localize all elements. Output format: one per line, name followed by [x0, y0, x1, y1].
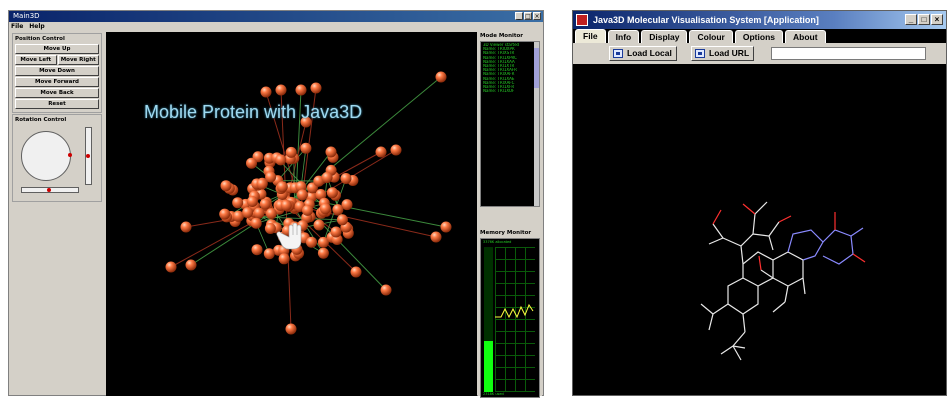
main3d-window: Main3D _ □ × File Help Position Control … — [8, 10, 544, 396]
memory-monitor-title: Memory Monitor — [478, 229, 542, 238]
main3d-title: Main3D — [13, 12, 40, 20]
main3d-menu-bar: File Help — [9, 22, 543, 31]
main3d-title-bar: Main3D _ □ × — [9, 11, 543, 22]
load-local-button[interactable]: Load Local — [609, 46, 677, 61]
close-button[interactable]: × — [533, 12, 541, 20]
horizontal-rotation-slider[interactable] — [21, 187, 79, 193]
move-forward-button[interactable]: Move Forward — [15, 77, 99, 87]
tab-colour[interactable]: Colour — [689, 30, 732, 43]
horizontal-slider-knob[interactable] — [47, 188, 51, 192]
close-button[interactable]: × — [931, 14, 943, 25]
control-panel: Position Control Move Up Move Left Move … — [11, 32, 103, 394]
position-control-group: Position Control Move Up Move Left Move … — [12, 33, 102, 113]
tab-options[interactable]: Options — [735, 30, 783, 43]
rotation-control-group: Rotation Control — [12, 114, 102, 202]
move-right-button[interactable]: Move Right — [58, 55, 100, 65]
move-up-button[interactable]: Move Up — [15, 44, 99, 54]
memory-history-line — [495, 247, 535, 392]
molecule-wireframe — [573, 64, 946, 395]
url-input[interactable] — [771, 47, 926, 60]
globe-icon — [695, 49, 705, 58]
menu-file[interactable]: File — [11, 22, 23, 31]
rotation-dial[interactable] — [21, 131, 71, 181]
mode-monitor-log: 3D Viewer startedName: TRIOXPRName: TRIX… — [480, 41, 540, 207]
move-back-button[interactable]: Move Back — [15, 88, 99, 98]
move-left-button[interactable]: Move Left — [15, 55, 57, 65]
rotation-control-title: Rotation Control — [15, 117, 99, 123]
memory-allocated-label: 3376K allocated — [483, 240, 511, 244]
tab-about[interactable]: About — [785, 30, 826, 43]
main-tabs: File Info Display Colour Options About — [573, 29, 946, 43]
menu-help[interactable]: Help — [29, 22, 44, 31]
protein-3d-canvas[interactable]: Mobile Protein with Java3D — [106, 32, 477, 396]
reset-button[interactable]: Reset — [15, 99, 99, 109]
mode-monitor-scrollbar[interactable] — [534, 42, 539, 206]
molecule-3d-canvas[interactable] — [573, 64, 946, 395]
maximize-button[interactable]: □ — [918, 14, 930, 25]
maximize-button[interactable]: □ — [524, 12, 532, 20]
mode-monitor-title: Mode Monitor — [478, 32, 542, 41]
molecular-vis-window: Java3D Molecular Visualisation System [A… — [572, 10, 947, 396]
protein-graph — [106, 32, 477, 396]
vertical-rotation-slider[interactable] — [85, 127, 92, 185]
memory-history-graph — [495, 247, 535, 392]
file-toolbar: Load Local Load URL — [573, 43, 946, 64]
scene-title: Mobile Protein with Java3D — [144, 102, 362, 123]
load-local-label: Load Local — [627, 48, 672, 58]
java-app-icon — [576, 14, 588, 26]
rotation-dial-handle[interactable] — [68, 153, 72, 157]
tab-info[interactable]: Info — [608, 30, 640, 43]
minimize-button[interactable]: _ — [905, 14, 917, 25]
vertical-slider-knob[interactable] — [86, 154, 90, 158]
molecular-vis-title-bar: Java3D Molecular Visualisation System [A… — [573, 11, 946, 29]
molecular-vis-title: Java3D Molecular Visualisation System [A… — [593, 15, 819, 25]
load-url-button[interactable]: Load URL — [691, 46, 754, 61]
monitor-panel: Mode Monitor 3D Viewer startedName: TRIO… — [478, 32, 542, 396]
scrollbar-thumb[interactable] — [534, 48, 539, 88]
tab-file[interactable]: File — [575, 29, 606, 43]
memory-used-label: 2318K used — [483, 392, 504, 396]
load-url-label: Load URL — [709, 48, 749, 58]
minimize-button[interactable]: _ — [515, 12, 523, 20]
memory-usage-fill — [484, 341, 493, 392]
disk-icon — [613, 49, 623, 58]
move-down-button[interactable]: Move Down — [15, 66, 99, 76]
position-control-title: Position Control — [15, 36, 99, 42]
memory-usage-bar — [484, 247, 493, 392]
memory-monitor: 3376K allocated 2318K used — [480, 238, 540, 398]
mode-log-line: Name: TRI1XOF — [483, 89, 537, 93]
tab-display[interactable]: Display — [641, 30, 687, 43]
